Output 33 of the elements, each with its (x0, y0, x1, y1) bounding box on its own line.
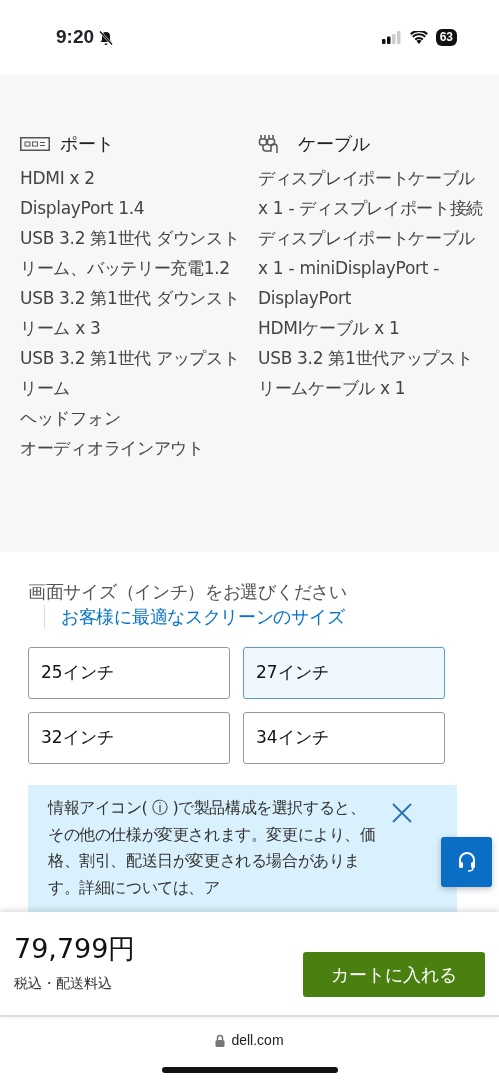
size-option[interactable]: 25インチ (28, 647, 230, 699)
section-heading: ケーブル (298, 132, 370, 156)
size-guide-link[interactable]: お客様に最適なスクリーンのサイズ (44, 605, 345, 629)
signal-icon (381, 31, 402, 44)
spec-item: HDMI x 2 (20, 167, 96, 190)
banner-text: 情報アイコン( ⓘ )で製品構成を選択すると、その他の仕様が変更されます。変更により、価格、割引、配送日が変更される場合があります。詳細については、ア (48, 797, 377, 899)
clock-time: 9:20 (56, 25, 95, 50)
spec-item: オーディオラインアウト (20, 437, 205, 460)
section-title: 画面サイズ（インチ）をお選びください (28, 580, 348, 604)
add-to-cart-button[interactable]: カートに入れる (303, 952, 485, 997)
spec-item: USB 3.2 第1世代 ダウンストリーム x 3 (20, 287, 241, 340)
port-icon (20, 136, 50, 151)
lock-icon (215, 1034, 226, 1047)
spec-item: ディスプレイポートケーブル x 1 - miniDisplayPort - DisplayPort (258, 227, 477, 310)
spec-item: USB 3.2 第1世代アップストリームケーブル x 1 (258, 347, 474, 400)
url-text[interactable]: dell.com (231, 1030, 284, 1051)
close-button[interactable] (392, 801, 412, 825)
size-option[interactable]: 32インチ (28, 712, 230, 764)
spec-item: USB 3.2 第1世代 アップストリーム (20, 347, 241, 400)
battery-level: 63 (435, 29, 457, 46)
spec-item: ヘッドフォン (20, 407, 122, 430)
size-option[interactable]: 34インチ (243, 712, 445, 764)
price-note: 税込・配送料込 (14, 974, 113, 994)
support-button[interactable] (441, 837, 492, 887)
spec-item: ディスプレイポートケーブル x 1 - ディスプレイポート接続 (258, 167, 485, 220)
section-heading: ポート (60, 132, 114, 156)
price-text: 79,799円 (14, 932, 136, 966)
size-option[interactable]: 27インチ (243, 647, 445, 699)
headset-icon (456, 851, 477, 873)
spec-item: HDMIケーブル x 1 (258, 317, 401, 340)
wifi-icon (409, 31, 428, 44)
spec-item: USB 3.2 第1世代 ダウンストリーム、バッテリー充電1.2 (20, 227, 241, 280)
spec-item: DisplayPort 1.4 (20, 197, 146, 220)
